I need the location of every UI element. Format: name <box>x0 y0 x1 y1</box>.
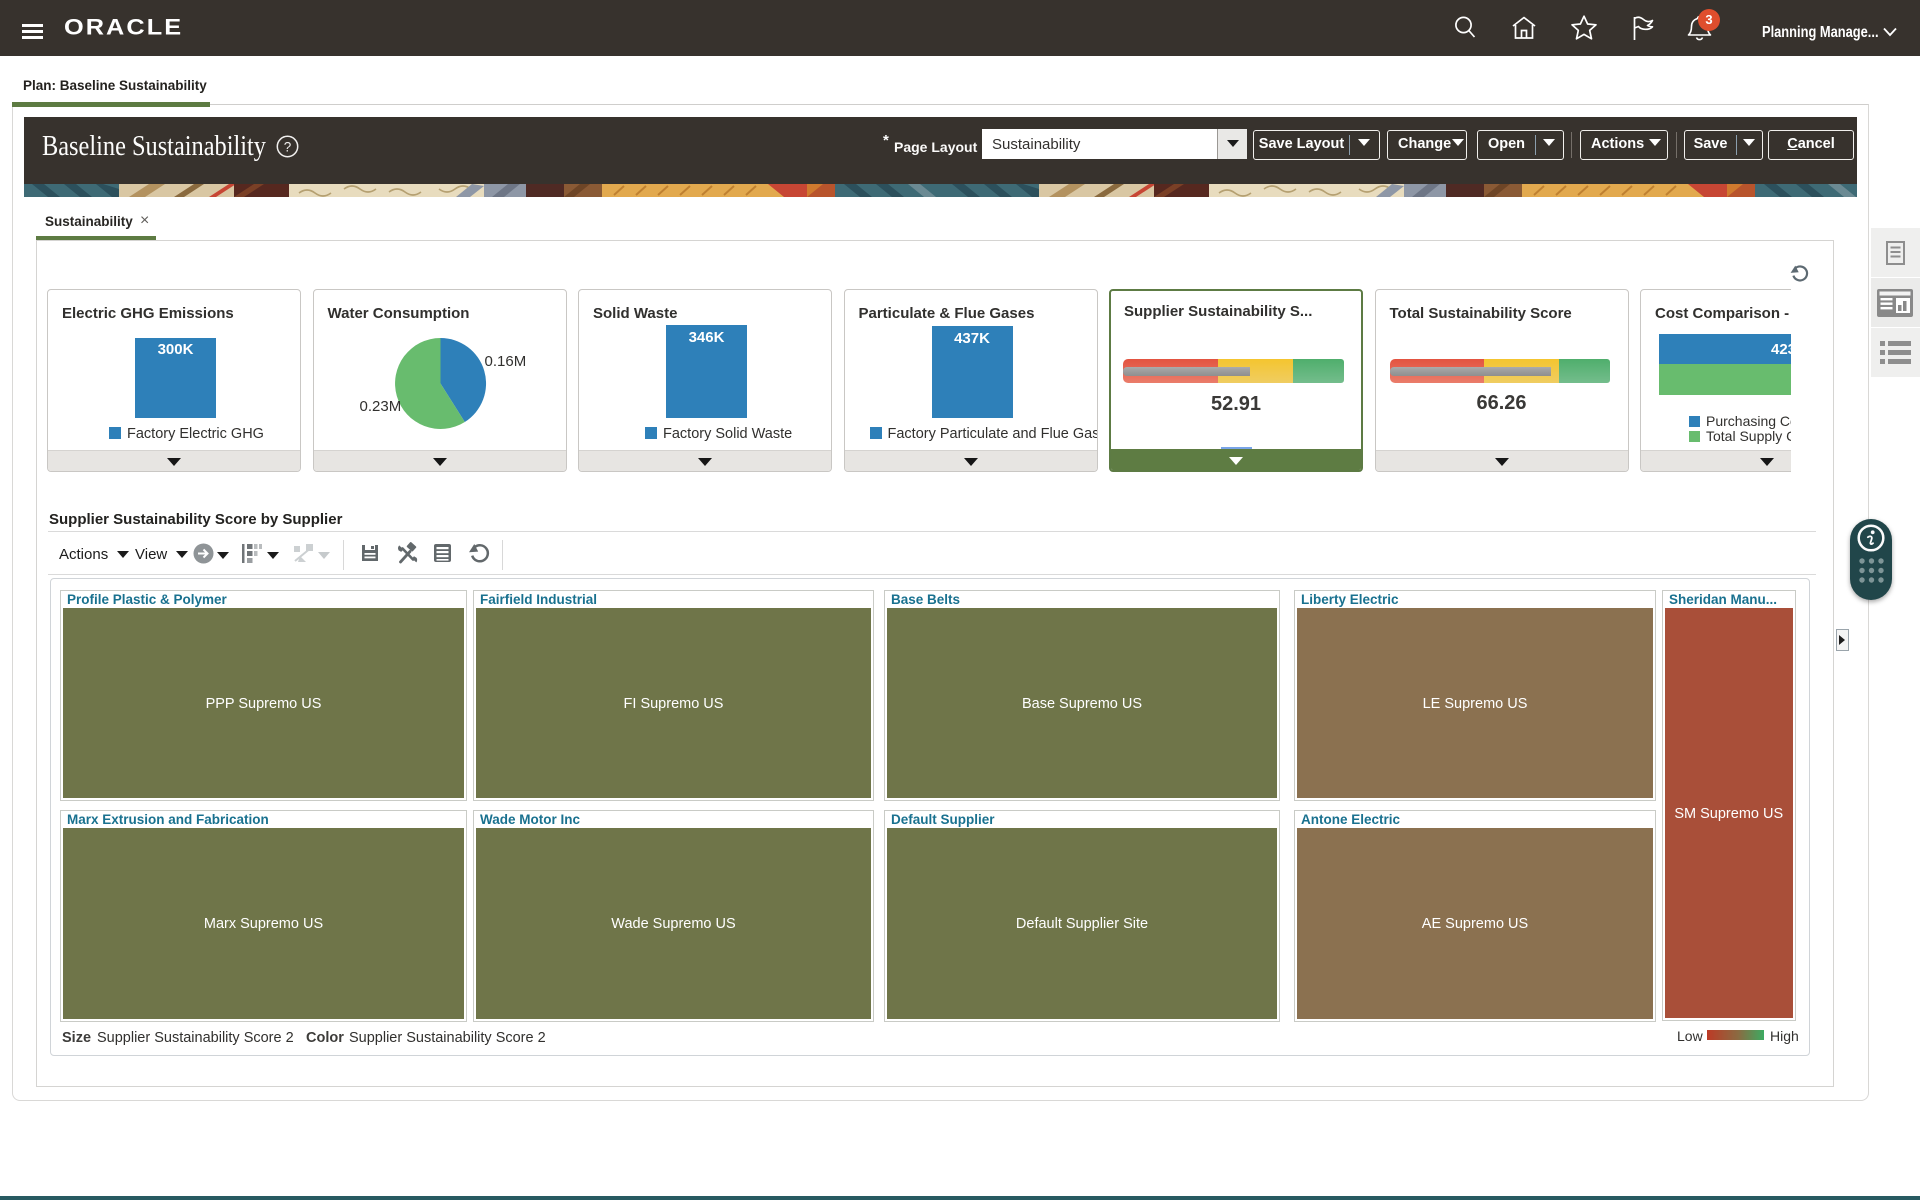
svg-text:?: ? <box>284 139 292 154</box>
svg-text:ORACLE: ORACLE <box>64 18 182 38</box>
